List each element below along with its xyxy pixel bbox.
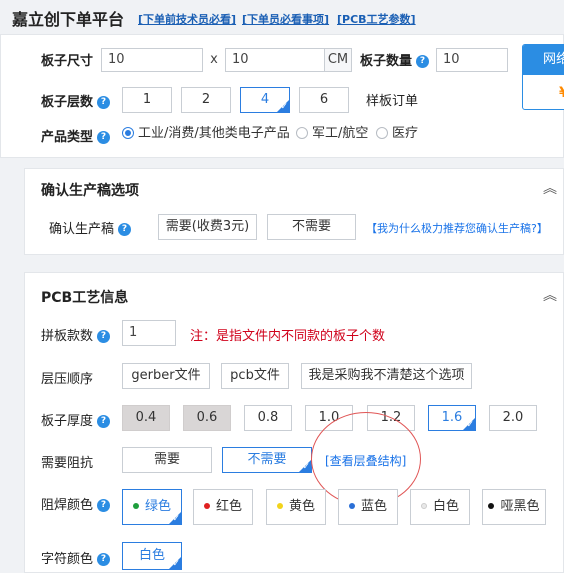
layers-option-1[interactable]: 1: [122, 87, 172, 113]
silk-white-option[interactable]: 白色 ✓: [122, 542, 182, 570]
silkscreen-color-label: 字符颜色?: [41, 548, 111, 567]
check-icon: ✓: [466, 420, 474, 430]
color-dot-icon: [348, 503, 355, 509]
solder-mask-label: 阻焊颜色?: [41, 494, 111, 513]
mask-blue-option[interactable]: 蓝色: [338, 489, 398, 525]
confirm-needed-option[interactable]: 需要(收费3元): [158, 214, 257, 240]
collapse-icon[interactable]: ︽: [543, 178, 557, 198]
help-icon[interactable]: ?: [416, 55, 430, 68]
layers-option-2[interactable]: 2: [181, 87, 231, 113]
view-stackup-link[interactable]: [查看层叠结构]: [325, 452, 406, 469]
stack-pcb-option[interactable]: pcb文件: [221, 363, 289, 389]
board-qty-input[interactable]: 10: [436, 48, 508, 72]
layers-label: 板子层数?: [41, 91, 111, 110]
board-qty-label: 板子数量?: [360, 50, 430, 69]
check-icon: ✓: [172, 559, 180, 569]
radio-unchecked-icon: [296, 127, 308, 139]
help-icon[interactable]: ?: [97, 415, 111, 428]
confirm-not-needed-option[interactable]: 不需要: [267, 214, 356, 240]
confirm-row-label: 确认生产稿?: [49, 218, 132, 237]
unit-cm: CM: [324, 48, 352, 72]
stack-gerber-option[interactable]: gerber文件: [122, 363, 210, 389]
thickness-option-1.6[interactable]: 1.6 ✓: [428, 405, 476, 431]
product-type-industrial[interactable]: 工业/消费/其他类电子产品: [122, 126, 290, 142]
color-dot-icon: [420, 503, 427, 509]
order-summary-box[interactable]: 网络 ¥: [522, 44, 564, 110]
help-icon[interactable]: ?: [118, 223, 132, 236]
thickness-option-2.0[interactable]: 2.0: [489, 405, 537, 431]
check-icon: ✓: [172, 514, 180, 524]
link-order-notes[interactable]: [下单员必看事项]: [242, 11, 329, 27]
sample-order-label: 样板订单: [366, 94, 419, 109]
collapse-icon[interactable]: ︽: [543, 285, 557, 305]
stack-unknown-option[interactable]: 我是采购我不清楚这个选项: [301, 363, 472, 389]
product-type-military[interactable]: 军工/航空: [296, 126, 368, 142]
board-width-input[interactable]: 10: [101, 48, 203, 72]
mask-red-option[interactable]: 红色: [193, 489, 253, 525]
check-icon: ✓: [302, 462, 310, 472]
thickness-option-0.4: 0.4: [122, 405, 170, 431]
layers-option-4[interactable]: 4 ✓: [240, 87, 290, 113]
thickness-label: 板子厚度?: [41, 410, 111, 429]
price-currency: ¥: [523, 75, 564, 101]
pcb-section-title: PCB工艺信息: [41, 290, 129, 306]
impedance-label: 需要阻抗: [41, 456, 94, 471]
check-icon: ✓: [280, 102, 288, 112]
impedance-needed-option[interactable]: 需要: [122, 447, 212, 473]
thickness-option-0.8[interactable]: 0.8: [244, 405, 292, 431]
order-box-label: 网络: [523, 45, 564, 75]
color-dot-icon: [132, 503, 139, 509]
thickness-option-0.6: 0.6: [183, 405, 231, 431]
help-icon[interactable]: ?: [97, 131, 111, 144]
mask-matte-black-option[interactable]: 哑黑色: [482, 489, 546, 525]
help-icon[interactable]: ?: [97, 553, 111, 566]
radio-checked-icon: [122, 127, 134, 139]
stack-order-label: 层压顺序: [41, 372, 94, 387]
thickness-option-1.0[interactable]: 1.0: [305, 405, 353, 431]
help-icon[interactable]: ?: [97, 499, 111, 512]
mask-white-option[interactable]: 白色: [410, 489, 470, 525]
product-type-medical[interactable]: 医疗: [376, 126, 418, 142]
panel-count-input[interactable]: 1: [122, 320, 176, 346]
help-icon[interactable]: ?: [97, 330, 111, 343]
link-tech-must-read[interactable]: [下单前技术员必看]: [138, 11, 236, 27]
link-pcb-params[interactable]: [PCB工艺参数]: [337, 11, 416, 27]
why-confirm-link[interactable]: 【我为什么极力推荐您确认生产稿?】: [366, 220, 548, 236]
times-sign: x: [210, 52, 218, 67]
radio-unchecked-icon: [376, 127, 388, 139]
color-dot-icon: [203, 503, 210, 509]
product-type-label: 产品类型?: [41, 126, 111, 145]
mask-yellow-option[interactable]: 黄色: [266, 489, 326, 525]
confirm-section-title: 确认生产稿选项: [41, 183, 139, 199]
panel-count-label: 拼板款数?: [41, 325, 111, 344]
help-icon[interactable]: ?: [97, 96, 111, 109]
color-dot-icon: [488, 503, 495, 509]
layers-option-6[interactable]: 6: [299, 87, 349, 113]
panel-count-note: 注：是指文件内不同款的板子个数: [190, 329, 386, 344]
board-height-input[interactable]: 10: [225, 48, 325, 72]
board-size-label: 板子尺寸: [41, 54, 94, 69]
color-dot-icon: [276, 503, 283, 509]
page-header: 嘉立创下单平台 [下单前技术员必看] [下单员必看事项] [PCB工艺参数]: [0, 0, 564, 34]
thickness-option-1.2[interactable]: 1.2: [367, 405, 415, 431]
page-title: 嘉立创下单平台: [12, 10, 125, 29]
mask-green-option[interactable]: 绿色 ✓: [122, 489, 182, 525]
impedance-not-needed-option[interactable]: 不需要 ✓: [222, 447, 312, 473]
